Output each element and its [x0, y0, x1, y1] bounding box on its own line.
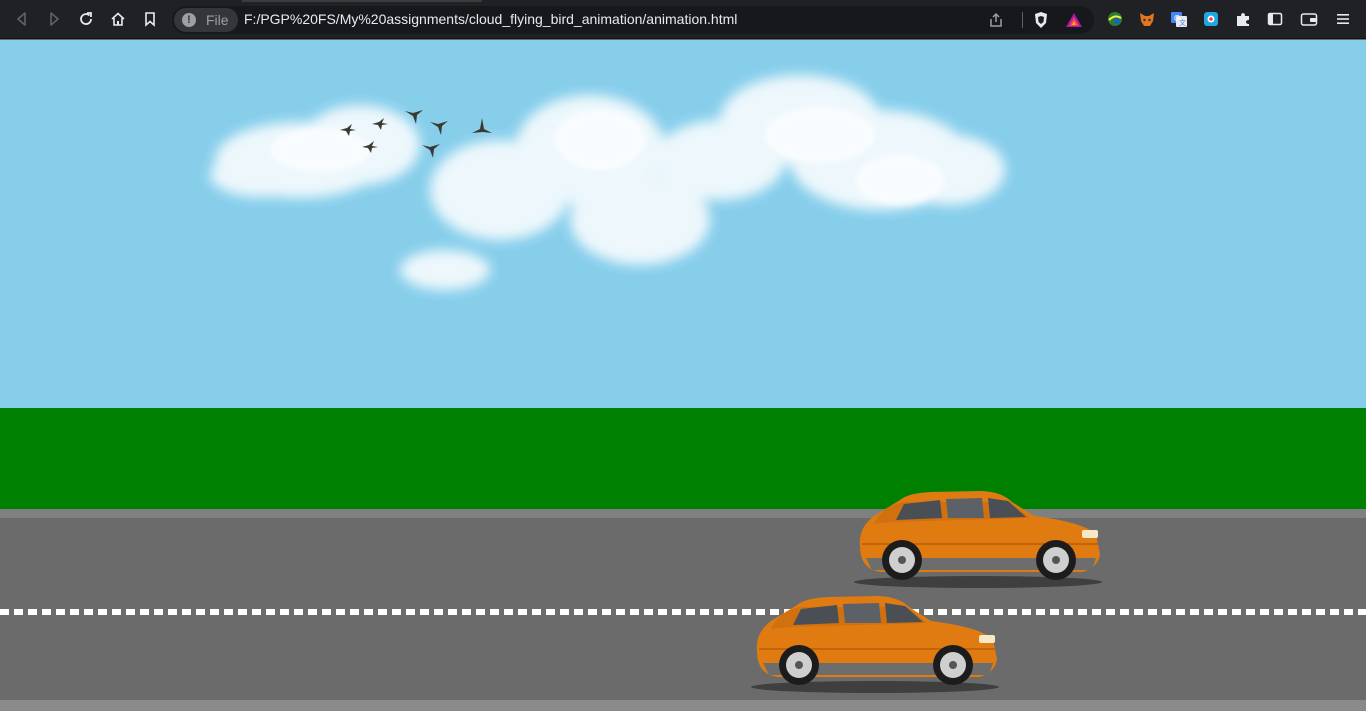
url-text[interactable]: F:/PGP%20FS/My%20assignments/cloud_flyin… [244, 11, 737, 27]
omnibox-divider [1022, 12, 1023, 28]
bird [405, 110, 423, 124]
share-icon[interactable] [986, 10, 1006, 30]
road [0, 509, 1366, 700]
metamask-icon[interactable] [1138, 10, 1156, 28]
extension-globe-icon[interactable] [1106, 10, 1124, 28]
extension-square-icon[interactable] [1202, 10, 1220, 28]
sidebar-icon[interactable] [1266, 10, 1284, 28]
bird [362, 141, 378, 153]
brave-rewards-icon[interactable] [1064, 10, 1084, 30]
bird [372, 118, 388, 130]
site-info-chip[interactable]: ! File [174, 8, 238, 32]
menu-icon[interactable] [1334, 10, 1352, 28]
address-bar[interactable]: ! File F:/PGP%20FS/My%20assignments/clou… [172, 6, 1094, 34]
bird [422, 144, 440, 158]
forward-icon[interactable] [43, 8, 65, 30]
bird [472, 118, 492, 133]
info-icon: ! [182, 13, 196, 27]
bird [340, 124, 356, 136]
animation-scene [0, 40, 1366, 711]
car [854, 491, 1102, 588]
bookmark-icon[interactable] [139, 8, 161, 30]
google-translate-icon[interactable]: G文 [1170, 10, 1188, 28]
clouds [210, 75, 1005, 290]
site-info-label: File [206, 12, 229, 28]
active-tab-indicator [242, 0, 482, 2]
reload-icon[interactable] [75, 8, 97, 30]
brave-shield-icon[interactable] [1031, 10, 1051, 30]
puzzle-icon[interactable] [1234, 10, 1252, 28]
car [751, 596, 999, 693]
wallet-icon[interactable] [1300, 10, 1318, 28]
home-icon[interactable] [107, 8, 129, 30]
bird [430, 121, 448, 135]
svg-text:文: 文 [1179, 18, 1186, 27]
lane-marking [0, 609, 1366, 615]
grass [0, 408, 1366, 509]
road-edge [0, 700, 1366, 711]
browser-toolbar: ! File F:/PGP%20FS/My%20assignments/clou… [0, 0, 1366, 39]
back-icon[interactable] [11, 8, 33, 30]
